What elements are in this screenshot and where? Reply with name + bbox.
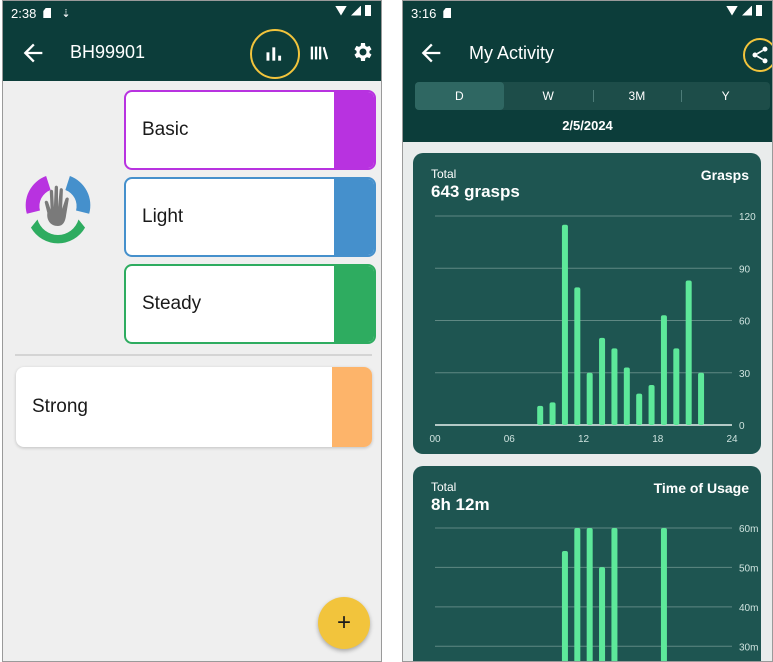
patient-id-title: BH99901 xyxy=(70,42,146,62)
y-tick-label: 40m xyxy=(739,603,758,614)
bar-chart-icon[interactable] xyxy=(264,44,284,64)
color-swatch xyxy=(332,367,372,447)
y-tick-label: 30m xyxy=(739,642,758,653)
chart-bar xyxy=(586,528,593,661)
signal-icon xyxy=(351,5,361,16)
chart-bar xyxy=(660,528,667,661)
signal-icon xyxy=(742,5,752,16)
grip-card-basic[interactable]: Basic xyxy=(124,90,376,170)
chart-bar xyxy=(698,372,705,425)
grip-card-light[interactable]: Light xyxy=(124,177,376,257)
range-tabs: D W 3M Y xyxy=(415,82,770,110)
color-swatch xyxy=(334,266,374,342)
tab-year[interactable]: Y xyxy=(681,82,770,110)
chart-bar xyxy=(599,567,606,661)
usage-bar-chart: 30m 40m 50m 60m xyxy=(435,524,758,661)
selected-date: 2/5/2024 xyxy=(403,110,772,142)
chart-bar xyxy=(574,287,581,425)
chart-bar xyxy=(660,315,667,425)
app-bar: My Activity xyxy=(403,25,772,82)
grasps-bar-chart: 0 30 60 90 120 00 06 12 18 24 xyxy=(429,212,756,445)
x-tick-label: 12 xyxy=(578,434,590,445)
x-tick-label: 18 xyxy=(652,434,664,445)
usage-chart-card: Total 8h 12m Time of Usage 30m 40m 50m 60m xyxy=(413,466,761,661)
chart-bar xyxy=(561,224,568,425)
y-tick-label: 60m xyxy=(739,524,758,535)
status-time: 2:38 xyxy=(11,5,37,21)
chart-bar xyxy=(636,393,643,425)
section-divider xyxy=(15,354,372,356)
grip-card-strong[interactable]: Strong xyxy=(16,367,372,447)
tab-3-months[interactable]: 3M xyxy=(592,82,682,110)
status-bar: 2:38 ⇣ xyxy=(3,1,381,25)
x-tick-label: 06 xyxy=(504,434,516,445)
download-icon: ⇣ xyxy=(61,7,71,20)
chart-bar xyxy=(586,372,593,425)
y-tick-label: 120 xyxy=(739,212,756,223)
status-bar: 3:16 xyxy=(403,1,772,25)
x-tick-label: 24 xyxy=(726,434,738,445)
device-screen-exercises: 2:38 ⇣ BH99901 Basic Light Steady Strong… xyxy=(2,0,382,662)
chart-bar xyxy=(648,384,655,425)
status-time: 3:16 xyxy=(411,5,437,21)
sim-icon xyxy=(43,8,52,18)
chart-bar xyxy=(561,551,568,661)
grasps-chart-card: Total 643 grasps Grasps 0 30 60 90 120 00 06 12… xyxy=(413,153,761,454)
x-tick-label: 00 xyxy=(429,434,441,445)
grip-label: Basic xyxy=(142,119,189,140)
battery-icon xyxy=(756,5,762,16)
battery-icon xyxy=(365,5,371,16)
y-tick-label: 0 xyxy=(739,421,745,432)
chart-bar xyxy=(673,348,680,425)
app-bar: BH99901 xyxy=(3,25,381,81)
chart-bar xyxy=(549,402,556,425)
grip-label: Light xyxy=(142,206,184,227)
share-icon[interactable] xyxy=(750,45,770,65)
tab-day[interactable]: D xyxy=(415,82,504,110)
back-arrow-icon[interactable] xyxy=(417,39,445,67)
chart-bar xyxy=(611,528,618,661)
back-arrow-icon[interactable] xyxy=(19,39,47,67)
chart-bar xyxy=(574,528,581,661)
add-fab-button[interactable]: + xyxy=(318,597,370,649)
chart-bar xyxy=(599,337,606,425)
color-swatch xyxy=(334,92,374,168)
wifi-icon xyxy=(726,5,738,16)
y-tick-label: 90 xyxy=(739,264,751,275)
color-swatch xyxy=(334,179,374,255)
y-tick-label: 60 xyxy=(739,317,751,328)
page-title: My Activity xyxy=(469,43,555,63)
chart-bar xyxy=(537,405,544,425)
grip-label: Strong xyxy=(32,396,88,417)
sim-icon xyxy=(443,8,452,18)
settings-gear-icon[interactable] xyxy=(350,40,374,64)
device-screen-activity: 3:16 My Activity D W 3M Y 2/5/2024 Total… xyxy=(402,0,773,662)
grip-card-steady[interactable]: Steady xyxy=(124,264,376,344)
chart-bar xyxy=(611,348,618,425)
y-tick-label: 30 xyxy=(739,369,751,380)
tab-week[interactable]: W xyxy=(504,82,593,110)
library-icon[interactable] xyxy=(308,42,330,64)
hand-grip-logo xyxy=(25,176,91,244)
y-tick-label: 50m xyxy=(739,563,758,574)
chart-bar xyxy=(685,280,692,425)
chart-bar xyxy=(623,367,630,425)
grip-label: Steady xyxy=(142,293,202,314)
wifi-icon xyxy=(335,5,347,16)
